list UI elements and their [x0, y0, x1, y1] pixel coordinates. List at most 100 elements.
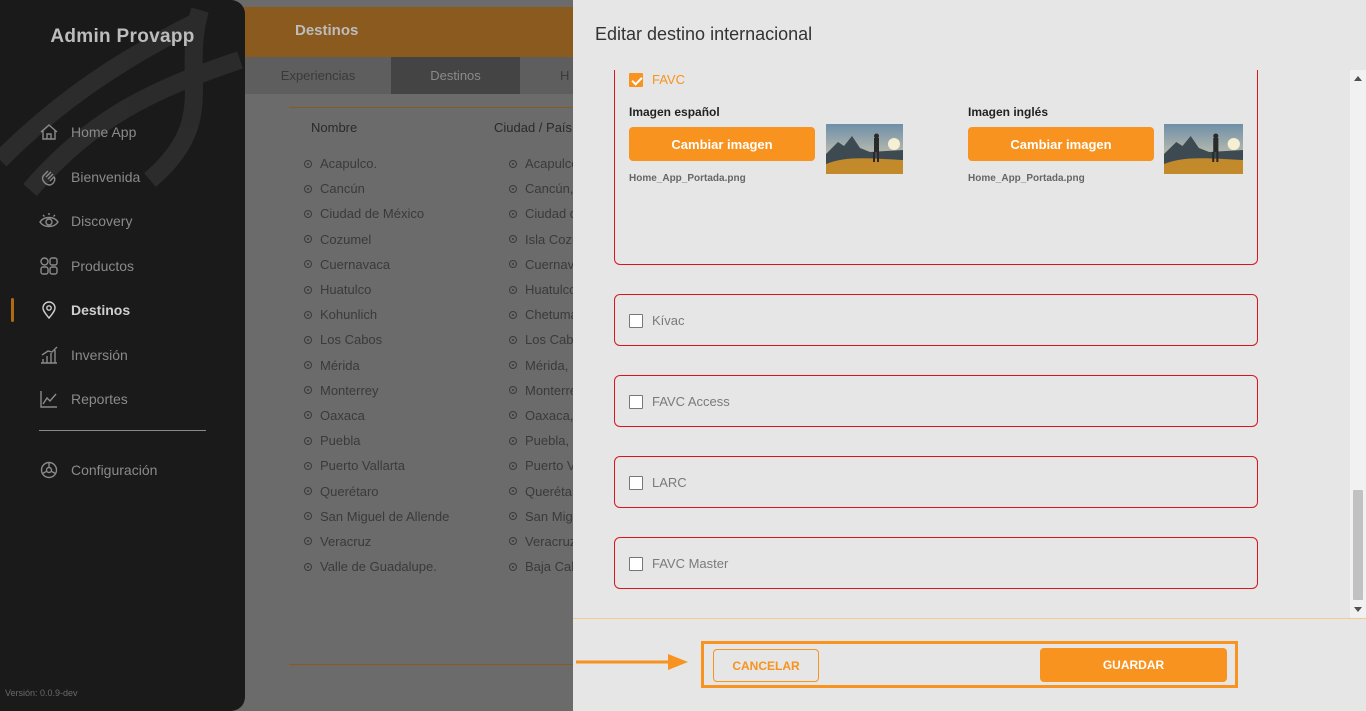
modal-body: FAVC Imagen español Cambiar imagen Home_…: [573, 70, 1350, 618]
table-row[interactable]: Puebla: [304, 428, 449, 453]
radio-icon: [509, 386, 517, 395]
radio-icon: [304, 436, 312, 445]
change-image-english-button[interactable]: Cambiar imagen: [968, 127, 1154, 161]
radio-icon: [509, 260, 517, 269]
modal-title: Editar destino internacional: [595, 24, 813, 44]
table-row[interactable]: Los Cabos: [304, 327, 449, 352]
table-row[interactable]: Kohunlich: [304, 302, 449, 327]
radio-icon: [304, 310, 312, 319]
table-cell: Mérida,: [509, 353, 582, 378]
checkbox-unchecked[interactable]: [629, 475, 643, 490]
table-cell: Huatulco: [509, 277, 582, 302]
brand-card-favc-access: FAVC Access: [614, 375, 1258, 427]
sidebar-item-discovery[interactable]: Discovery: [0, 199, 245, 244]
sidebar-item-label: Inversión: [71, 346, 128, 363]
table-cell: San Mig: [509, 504, 582, 529]
brand-card-favc: FAVC Imagen español Cambiar imagen Home_…: [614, 70, 1258, 265]
table-row[interactable]: Cozumel: [304, 227, 449, 252]
checkbox-unchecked[interactable]: [629, 313, 643, 328]
settings-icon: [39, 460, 59, 480]
table-row[interactable]: Mérida: [304, 353, 449, 378]
table-row[interactable]: Monterrey: [304, 378, 449, 403]
radio-icon: [304, 285, 312, 294]
checkbox-label: FAVC: [652, 72, 685, 87]
table-bottom-divider: [289, 664, 579, 665]
sidebar-item-reportes[interactable]: Reportes: [0, 377, 245, 422]
table-row[interactable]: San Miguel de Allende: [304, 504, 449, 529]
annotation-arrow-icon: [576, 654, 688, 670]
radio-icon: [304, 260, 312, 269]
table-row[interactable]: Puerto Vallarta: [304, 453, 449, 478]
checkbox-label: FAVC Access: [652, 394, 730, 409]
sidebar-config-group: Configuración: [0, 448, 245, 493]
radio-icon: [509, 411, 517, 420]
image-english-filename: Home_App_Portada.png: [968, 173, 1085, 184]
table-cell: Los Cab: [509, 327, 582, 352]
checkbox-checked[interactable]: [629, 72, 643, 87]
radio-icon: [509, 209, 517, 218]
radio-icon: [509, 461, 517, 470]
image-english-thumbnail: [1164, 124, 1243, 174]
tab-experiencias[interactable]: Experiencias: [245, 57, 391, 94]
radio-icon: [304, 361, 312, 370]
checkbox-row-kivac[interactable]: Kívac: [629, 313, 685, 328]
cancel-button[interactable]: CANCELAR: [713, 649, 819, 682]
checkbox-unchecked[interactable]: [629, 394, 643, 409]
table-row[interactable]: Huatulco: [304, 277, 449, 302]
radio-icon: [509, 285, 517, 294]
table-row[interactable]: Cuernavaca: [304, 252, 449, 277]
change-image-spanish-button[interactable]: Cambiar imagen: [629, 127, 815, 161]
brand-title: Admin Provapp: [50, 26, 195, 47]
save-button[interactable]: GUARDAR: [1040, 648, 1227, 682]
radio-icon: [304, 537, 312, 546]
table-cell: Acapulco: [509, 151, 582, 176]
sidebar-item-inversion[interactable]: Inversión: [0, 333, 245, 378]
scroll-down-icon[interactable]: [1354, 607, 1362, 612]
column-header-ciudad: Ciudad / País: [494, 120, 573, 135]
table-cell: Oaxaca,: [509, 403, 582, 428]
image-spanish-filename: Home_App_Portada.png: [629, 173, 746, 184]
radio-icon: [304, 235, 312, 244]
location-pin-icon: [39, 300, 59, 320]
radio-icon: [304, 335, 312, 344]
checkbox-unchecked[interactable]: [629, 556, 643, 571]
radio-icon: [304, 461, 312, 470]
table-row[interactable]: Ciudad de México: [304, 201, 449, 226]
radio-icon: [304, 562, 312, 571]
trend-chart-icon: [39, 389, 59, 409]
version-label: Versión: 0.0.9-dev: [5, 688, 78, 698]
radio-icon: [304, 386, 312, 395]
page-tabs: Experiencias Destinos H: [245, 57, 580, 94]
sidebar-item-label: Discovery: [71, 213, 133, 230]
checkbox-row-favc[interactable]: FAVC: [629, 72, 685, 87]
checkbox-row-favc-access[interactable]: FAVC Access: [629, 394, 730, 409]
table-cell: Ciudad d: [509, 201, 582, 226]
tab-h[interactable]: H: [520, 57, 580, 94]
sidebar-item-configuracion[interactable]: Configuración: [0, 448, 245, 493]
checkbox-row-larc[interactable]: LARC: [629, 475, 687, 490]
scroll-up-icon[interactable]: [1354, 76, 1362, 81]
sidebar-item-home-app[interactable]: Home App: [0, 110, 245, 155]
table-row[interactable]: Acapulco.: [304, 151, 449, 176]
table-row[interactable]: Oaxaca: [304, 403, 449, 428]
table-cell: Chetuma: [509, 302, 582, 327]
page-header: Destinos: [235, 7, 580, 57]
page-title: Destinos: [295, 22, 359, 39]
radio-icon: [509, 184, 517, 193]
image-english-label: Imagen inglés: [968, 105, 1049, 119]
landscape-hiker-image: [826, 124, 903, 174]
checkbox-row-favc-master[interactable]: FAVC Master: [629, 556, 728, 571]
table-row[interactable]: Veracruz: [304, 529, 449, 554]
table-row[interactable]: Valle de Guadalupe.: [304, 554, 449, 579]
checkbox-label: FAVC Master: [652, 556, 729, 571]
table-row[interactable]: Querétaro: [304, 478, 449, 503]
scrollbar-thumb[interactable]: [1353, 490, 1363, 600]
radio-icon: [509, 562, 517, 571]
tab-destinos[interactable]: Destinos: [391, 57, 520, 94]
modal-scrollbar[interactable]: [1350, 70, 1366, 618]
radio-icon: [509, 235, 517, 244]
sidebar-item-bienvenida[interactable]: Bienvenida: [0, 155, 245, 200]
sidebar-item-productos[interactable]: Productos: [0, 244, 245, 289]
table-row[interactable]: Cancún: [304, 176, 449, 201]
sidebar-item-destinos[interactable]: Destinos: [0, 288, 245, 333]
